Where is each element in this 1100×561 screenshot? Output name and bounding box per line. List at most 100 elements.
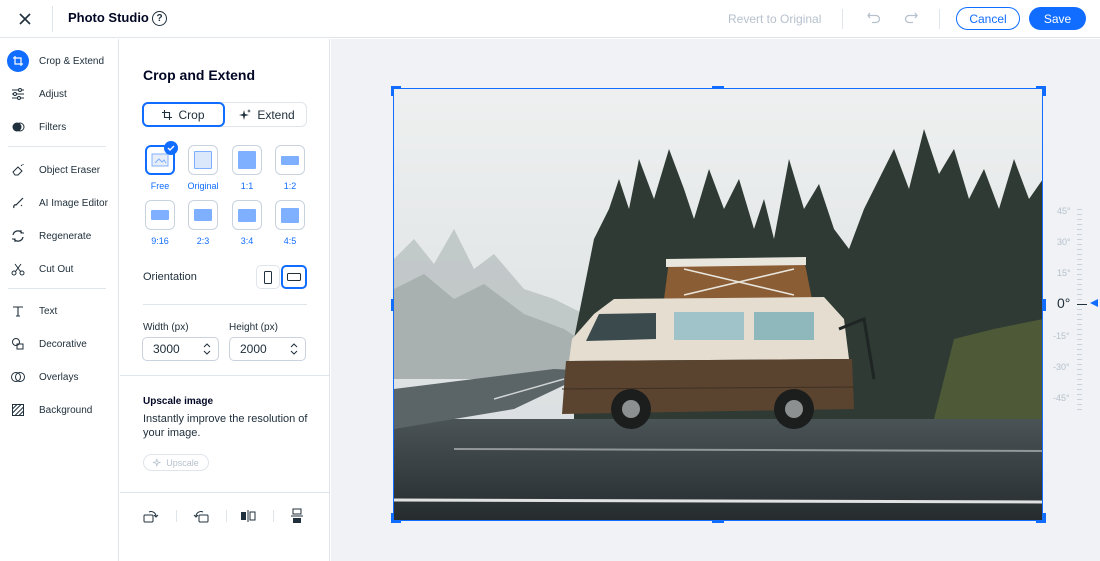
ratio-1-1[interactable] [232,145,262,175]
upscale-label: Upscale [166,457,199,468]
ratio-shape [238,208,256,222]
rotate-right-button[interactable] [191,506,211,526]
crop-handle-left[interactable] [391,299,394,311]
close-button[interactable] [14,8,36,30]
ratio-3-4[interactable] [232,200,262,230]
ruler-tick [1077,379,1082,380]
portrait-button[interactable] [256,265,280,289]
cancel-button[interactable]: Cancel [956,7,1020,30]
divider [273,510,274,522]
free-crop-icon [151,153,169,167]
flip-vertical-button[interactable] [287,506,307,526]
divider [842,9,843,29]
revert-button[interactable]: Revert to Original [728,12,821,26]
crop-icon [162,109,173,120]
rotate-left-icon [143,511,159,523]
sidebar-item-overlays[interactable]: Overlays [0,364,119,390]
sidebar-item-crop-extend[interactable]: Crop & Extend [0,48,119,74]
sidebar-item-adjust[interactable]: Adjust [0,81,119,107]
ruler-tick [1077,339,1082,340]
sidebar-item-cut-out[interactable]: Cut Out [0,256,119,282]
image-canvas: 45° 30° 15° 0° -15° -30° -45° [331,39,1100,561]
ratio-shape [194,209,212,221]
ruler-tick [1077,394,1082,395]
tab-extend[interactable]: Extend [227,103,307,126]
ratio-2-3[interactable] [188,200,218,230]
save-button[interactable]: Save [1029,7,1086,30]
sidebar-item-label: Filters [39,121,67,133]
ruler-tick [1077,304,1087,305]
undo-button[interactable] [864,9,884,29]
regenerate-icon [8,226,28,246]
background-icon [8,400,28,420]
landscape-icon [287,273,301,281]
rotation-ruler[interactable]: 45° 30° 15° 0° -15° -30° -45° [1051,206,1099,410]
sidebar-item-text[interactable]: Text [0,298,119,324]
crop-handle-top-left[interactable] [391,86,394,96]
crop-handle-bottom-right[interactable] [1043,513,1046,523]
divider [120,375,330,376]
decorative-icon [8,334,28,354]
ratio-shape [151,210,169,220]
width-field[interactable]: 3000 [142,337,219,361]
crop-handle-bottom-left[interactable] [391,513,394,523]
sliders-icon [8,84,28,104]
ratio-original[interactable] [188,145,218,175]
flip-horizontal-icon [241,510,256,522]
landscape-button[interactable] [281,265,307,289]
rotation-pointer-icon [1090,299,1098,307]
rotate-right-icon [193,511,209,523]
crop-handle-bottom[interactable] [712,520,724,523]
sidebar-item-label: Regenerate [39,230,92,242]
upscale-button[interactable]: Upscale [143,454,209,471]
sidebar-item-object-eraser[interactable]: Object Eraser [0,157,119,183]
scissors-icon [8,259,28,279]
ruler-tick [1077,259,1082,260]
width-label: Width (px) [143,322,189,333]
ratio-4-5[interactable] [275,200,305,230]
sidebar-item-label: Object Eraser [39,164,101,176]
flip-horizontal-button[interactable] [238,506,258,526]
ruler-label: -15° [1053,331,1070,341]
stepper-icon[interactable] [290,343,298,355]
crop-handle-top[interactable] [712,86,724,89]
sidebar-item-decorative[interactable]: Decorative [0,331,119,357]
tool-sidebar: Crop & Extend Adjust Filters Object Eras… [0,39,119,561]
ratio-9-16[interactable] [145,200,175,230]
ruler-tick [1077,214,1082,215]
ruler-tick [1077,364,1082,365]
ruler-tick [1077,319,1082,320]
orientation-label: Orientation [143,271,197,283]
sidebar-item-background[interactable]: Background [0,397,119,423]
tab-crop[interactable]: Crop [142,102,225,127]
crop-extend-toggle: Crop Extend [142,102,307,127]
sidebar-item-ai-image-editor[interactable]: AI Image Editor [0,190,119,216]
ruler-label: -45° [1053,393,1070,403]
ruler-tick [1077,294,1082,295]
upscale-title: Upscale image [143,396,214,407]
sidebar-item-label: Decorative [39,338,87,350]
ruler-tick [1077,279,1082,280]
height-field[interactable]: 2000 [229,337,306,361]
tab-crop-label: Crop [178,107,205,122]
height-value: 2000 [240,342,267,356]
ratio-1-2[interactable] [275,145,305,175]
rotate-left-button[interactable] [141,506,161,526]
sidebar-item-regenerate[interactable]: Regenerate [0,223,119,249]
height-label: Height (px) [229,322,278,333]
crop-handle-top-right[interactable] [1043,86,1046,96]
help-icon[interactable]: ? [152,11,167,26]
stepper-icon[interactable] [203,343,211,355]
crop-handle-right[interactable] [1043,299,1046,311]
divider [52,6,53,32]
close-icon [19,13,31,25]
ruler-tick [1077,359,1082,360]
ruler-tick [1077,324,1082,325]
sidebar-item-label: Adjust [39,88,67,100]
ruler-label: -30° [1053,362,1070,372]
redo-button[interactable] [901,9,921,29]
ruler-tick [1077,354,1082,355]
crop-frame[interactable] [393,88,1043,521]
ruler-tick [1077,349,1082,350]
sidebar-item-filters[interactable]: Filters [0,114,119,140]
